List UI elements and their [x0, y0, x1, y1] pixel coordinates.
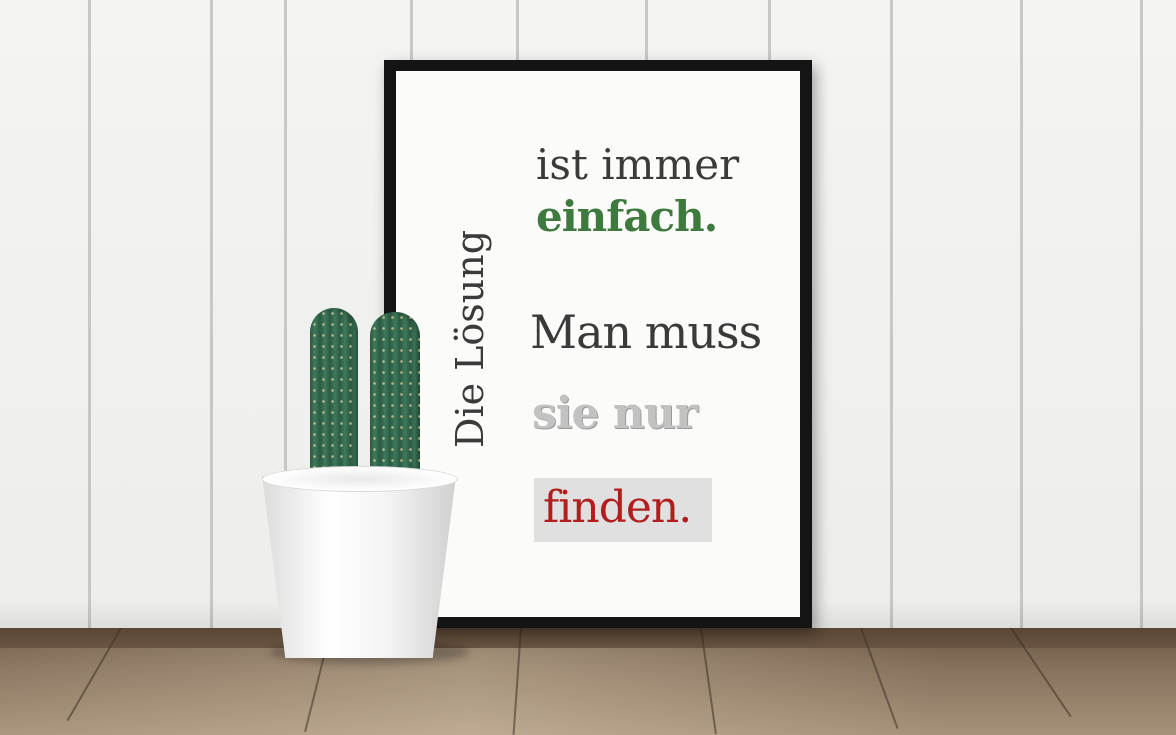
- photo-scene: Die Lösung ist immer einfach. Man muss s…: [0, 0, 1176, 735]
- poster-line-4: sie nur: [532, 388, 698, 439]
- poster-vertical-text: Die Lösung: [448, 229, 492, 448]
- pot-body: [262, 476, 456, 658]
- poster-line-2: einfach.: [536, 192, 718, 241]
- cactus-stem-left: [310, 308, 358, 478]
- wall-plank-seam: [210, 0, 213, 632]
- poster-line-5: finden.: [543, 482, 692, 533]
- poster-line-1: ist immer: [536, 140, 740, 189]
- wall-plank-seam: [1140, 0, 1143, 632]
- wall-plank-seam: [890, 0, 893, 632]
- pot-rim: [262, 466, 458, 492]
- poster-line-3: Man muss: [530, 305, 762, 359]
- wooden-floor: [0, 628, 1176, 735]
- white-flower-pot: [262, 466, 458, 658]
- cactus-stem-right: [370, 312, 420, 480]
- wall-plank-seam: [1020, 0, 1023, 632]
- floor-sunlight: [0, 648, 1176, 735]
- wall-plank-seam: [88, 0, 91, 632]
